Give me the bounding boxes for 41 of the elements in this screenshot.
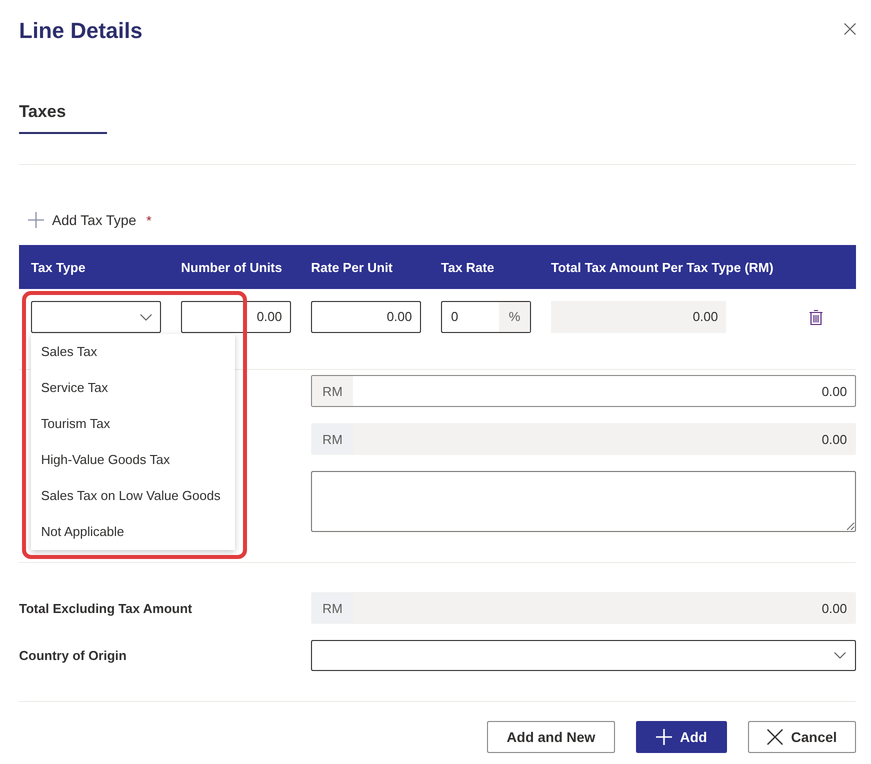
- column-header: Rate Per Unit: [311, 260, 393, 274]
- dropdown-option[interactable]: Service Tax: [31, 370, 235, 406]
- amount-field[interactable]: RM 0.00: [311, 375, 856, 407]
- dropdown-field[interactable]: [311, 640, 856, 671]
- tax-type-select[interactable]: [31, 301, 161, 333]
- dropdown-option[interactable]: Sales Tax: [31, 334, 235, 370]
- close-icon[interactable]: [844, 23, 856, 35]
- column-header: Tax Type: [31, 260, 86, 274]
- column-header: Tax Rate: [441, 260, 494, 274]
- required-mark: *: [146, 212, 152, 228]
- dropdown-option[interactable]: High-Value Goods Tax: [31, 442, 235, 478]
- currency-prefix: RM: [312, 424, 353, 454]
- tax-rate-field[interactable]: 0 %: [441, 301, 531, 333]
- chevron-icon: [140, 314, 152, 320]
- plus-icon: [656, 729, 672, 745]
- plus-icon: [28, 212, 44, 228]
- text-area[interactable]: [311, 471, 856, 532]
- trash-icon[interactable]: [809, 308, 823, 326]
- add-and-new-button[interactable]: Add and New: [487, 721, 615, 753]
- units-input[interactable]: 0.00: [181, 301, 291, 333]
- rate-input[interactable]: 0.00: [311, 301, 421, 333]
- cancel-button[interactable]: Cancel: [748, 721, 856, 753]
- tab[interactable]: Taxes: [19, 101, 107, 134]
- add-button[interactable]: Add: [636, 721, 727, 753]
- currency-prefix: RM: [312, 593, 353, 623]
- add-tax-type-button[interactable]: Add Tax Type: [19, 212, 136, 228]
- currency-prefix: RM: [312, 376, 353, 406]
- close-icon: [767, 729, 784, 745]
- field-label: Total Excluding Tax Amount: [19, 600, 192, 616]
- dialog-title: Line Details: [19, 17, 142, 45]
- percent-suffix: %: [499, 302, 530, 332]
- chevron-icon: [834, 652, 846, 659]
- dropdown-option[interactable]: Tourism Tax: [31, 406, 235, 442]
- amount-field[interactable]: RM 0.00: [311, 423, 856, 455]
- dropdown-option[interactable]: Not Applicable: [31, 514, 235, 550]
- total-amount-field: 0.00: [551, 301, 726, 333]
- column-header: Number of Units: [181, 260, 282, 274]
- amount-field[interactable]: RM 0.00: [311, 592, 856, 624]
- column-header: Total Tax Amount Per Tax Type (RM): [551, 260, 774, 274]
- dropdown-option[interactable]: Sales Tax on Low Value Goods: [31, 478, 235, 514]
- field-label: Country of Origin: [19, 648, 127, 663]
